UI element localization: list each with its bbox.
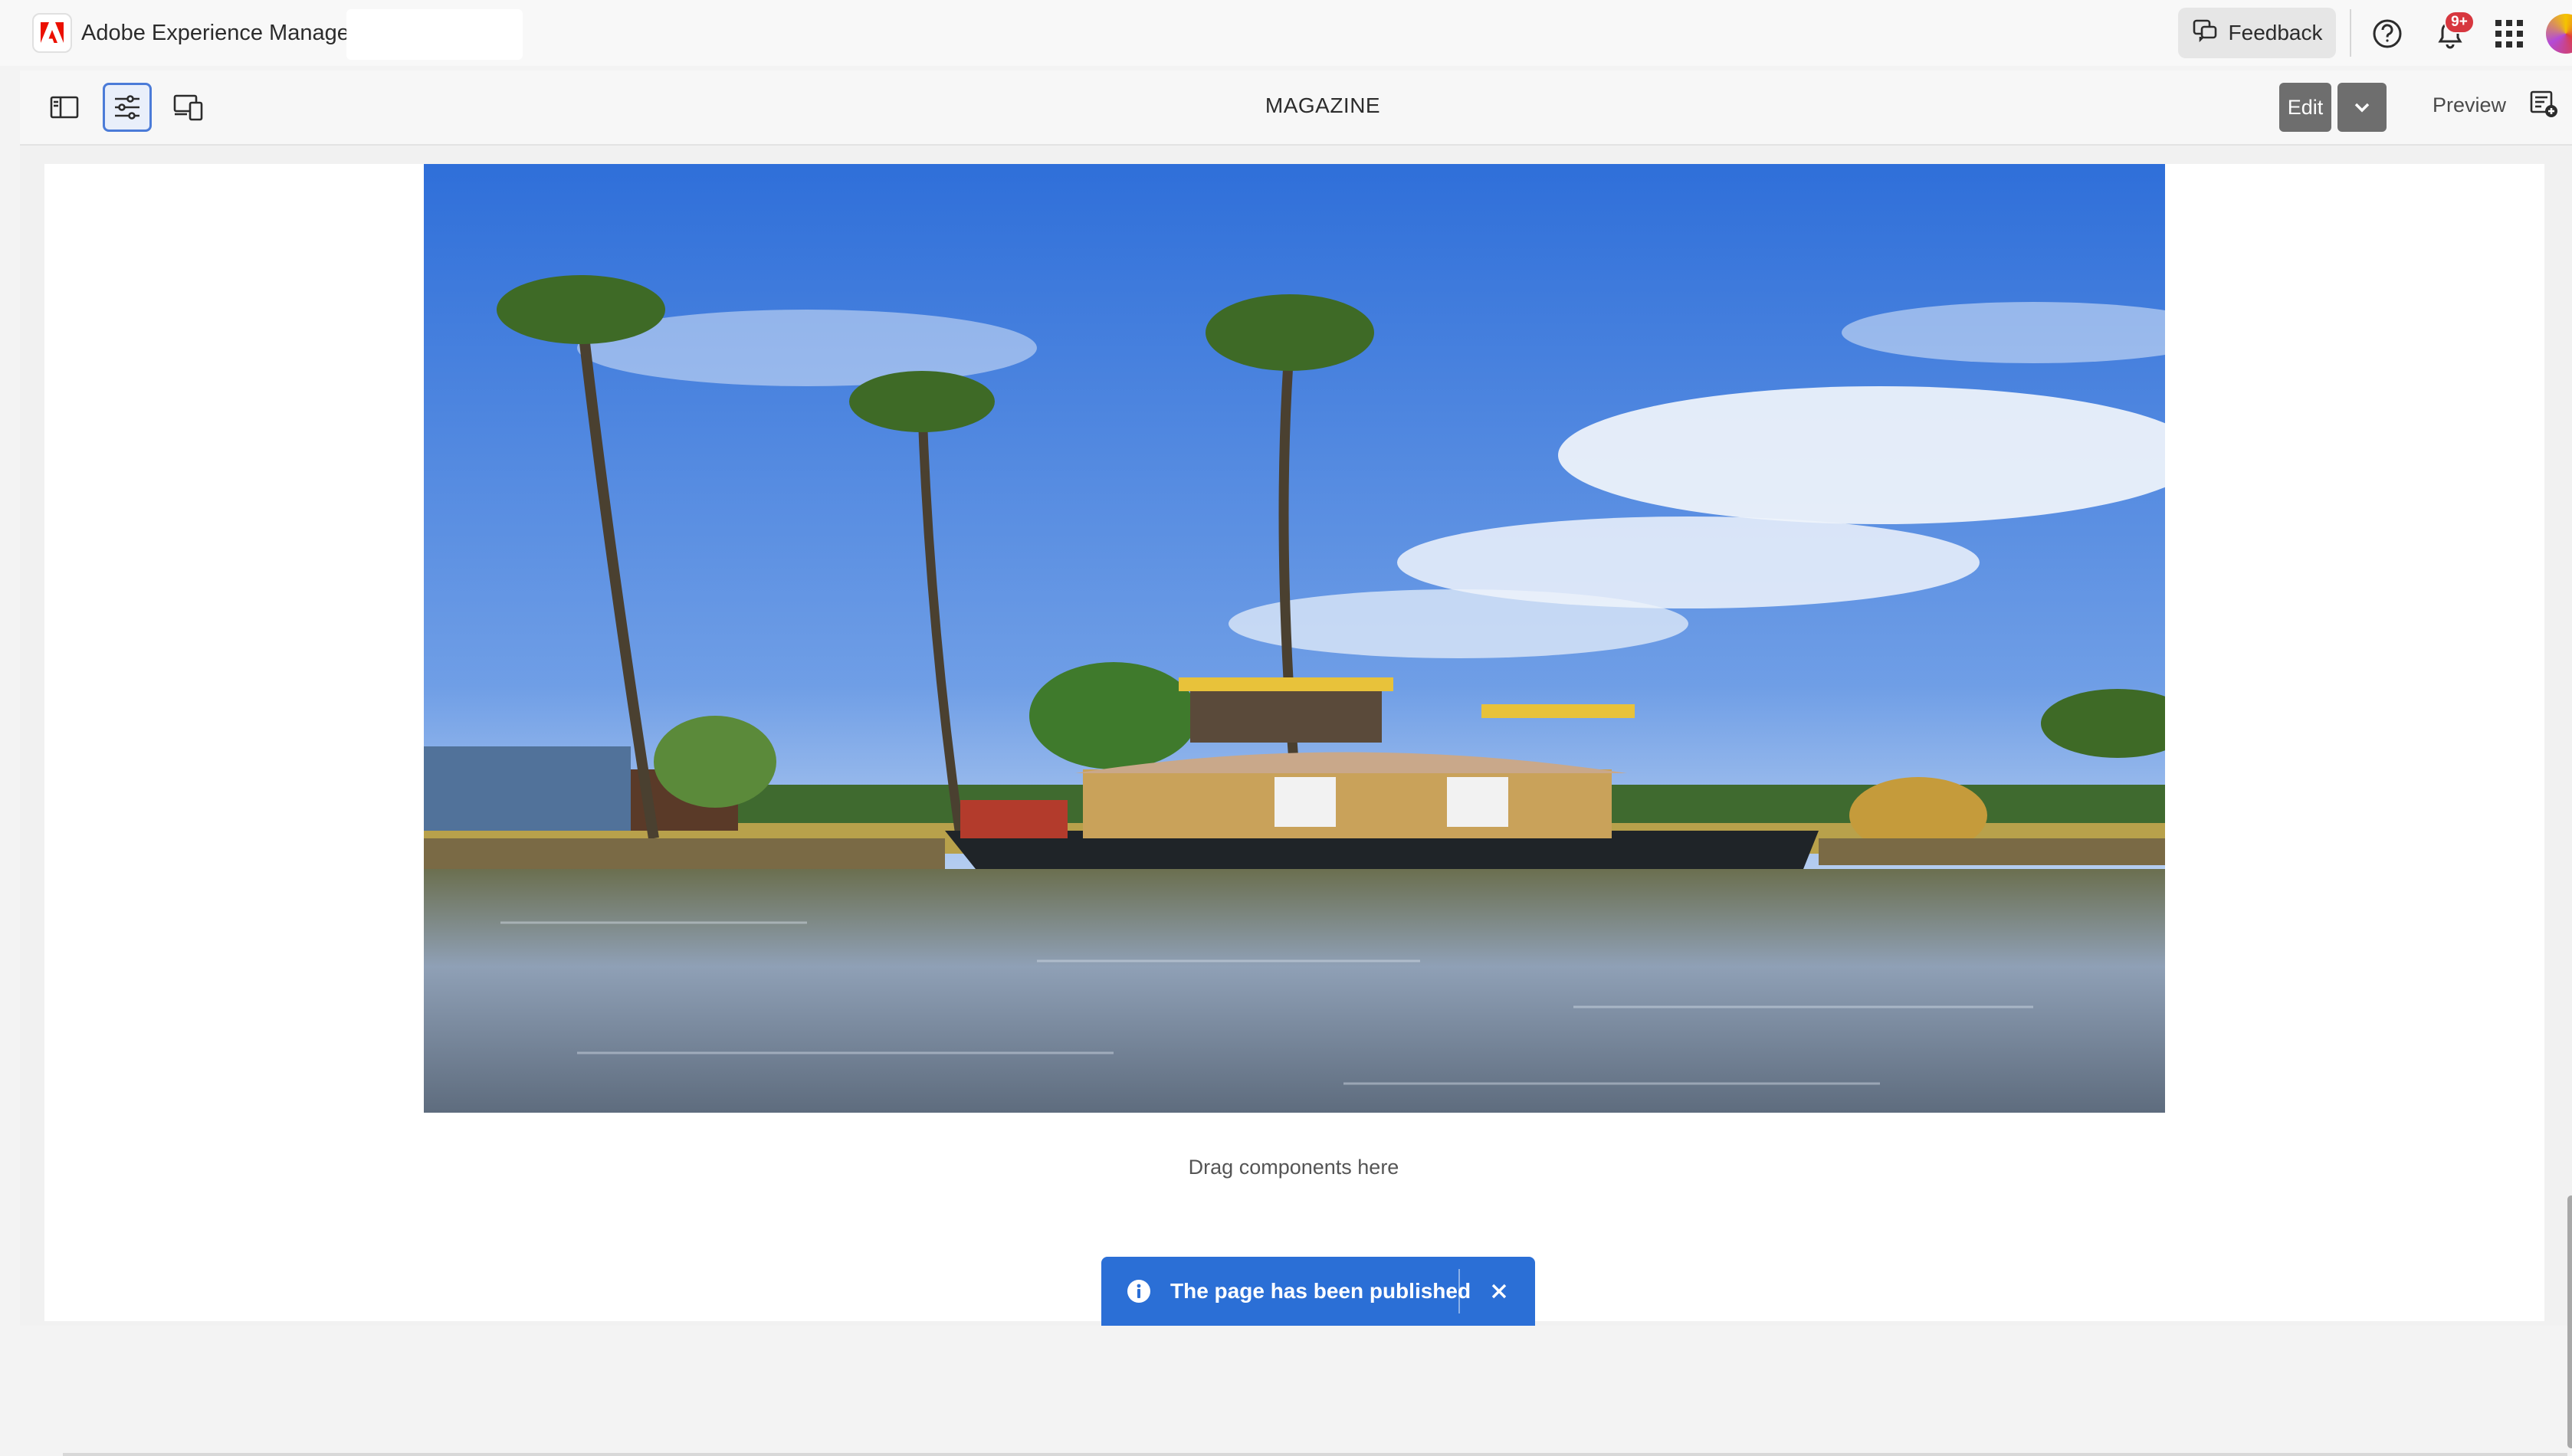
hero-image[interactable]: [424, 164, 2165, 1113]
edit-mode-button[interactable]: Edit: [2279, 83, 2331, 132]
toast-message: The page has been published: [1170, 1279, 1471, 1303]
notification-badge: 9+: [2444, 11, 2475, 34]
side-panel-toggle-icon[interactable]: [40, 83, 89, 132]
header-divider: [2350, 9, 2351, 57]
feedback-label: Feedback: [2228, 21, 2323, 44]
avatar[interactable]: [2546, 14, 2572, 54]
close-icon[interactable]: [1486, 1278, 1512, 1304]
environment-box: [346, 9, 523, 60]
publish-toast: The page has been published: [1101, 1257, 1535, 1326]
page-information-icon[interactable]: [2529, 89, 2560, 120]
info-icon: [1126, 1278, 1152, 1304]
apps-grid-icon[interactable]: [2494, 18, 2524, 49]
chevron-down-icon[interactable]: [2337, 83, 2387, 132]
emulator-devices-icon[interactable]: [164, 83, 213, 132]
page-properties-sliders-icon[interactable]: [103, 83, 152, 132]
brand[interactable]: Adobe Experience Manager: [32, 13, 357, 53]
adobe-logo-icon: [32, 13, 72, 53]
editor-toolbar: MAGAZINE Edit Preview: [20, 71, 2572, 146]
canvas-bottom-border: [63, 1453, 2567, 1456]
preview-button[interactable]: Preview: [2433, 93, 2506, 117]
feedback-icon: [2192, 18, 2218, 49]
feedback-button[interactable]: Feedback: [2178, 8, 2336, 58]
page-title: MAGAZINE: [1265, 93, 1381, 117]
help-icon[interactable]: [2370, 17, 2404, 51]
toast-divider: [1458, 1269, 1460, 1313]
drop-zone-placeholder[interactable]: Drag components here: [1117, 1156, 1470, 1179]
app-name: Adobe Experience Manager: [81, 20, 357, 45]
canvas-scrollbar[interactable]: [2567, 1195, 2572, 1448]
app-header: Adobe Experience Manager Feedback 9+: [0, 0, 2572, 66]
